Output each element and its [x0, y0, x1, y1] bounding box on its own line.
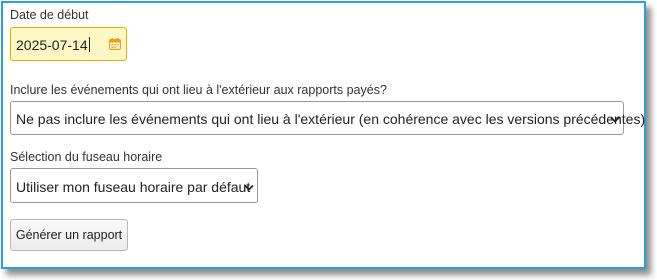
- generate-report-button[interactable]: Générer un rapport: [10, 219, 128, 251]
- start-date-label: Date de début: [10, 8, 89, 22]
- start-date-value[interactable]: 2025-07-14: [16, 37, 90, 53]
- timezone-select[interactable]: Utiliser mon fuseau horaire par défaut: [10, 168, 258, 203]
- outdoor-events-select[interactable]: Ne pas inclure les événements qui ont li…: [10, 101, 645, 135]
- chevron-down-icon: [244, 184, 254, 191]
- calendar-icon[interactable]: [109, 38, 121, 50]
- chevron-down-icon: [610, 116, 620, 123]
- outdoor-events-label: Inclure les événements qui ont lieu à l'…: [10, 83, 387, 97]
- timezone-selected: Utiliser mon fuseau horaire par défaut: [16, 179, 251, 195]
- start-date-input[interactable]: 2025-07-14: [10, 27, 127, 61]
- outdoor-events-selected: Ne pas inclure les événements qui ont li…: [16, 111, 646, 127]
- report-form-panel: Date de début 2025-07-14 Inclure les évé…: [1, 1, 646, 269]
- timezone-label: Sélection du fuseau horaire: [10, 150, 163, 164]
- text-cursor: [88, 37, 90, 52]
